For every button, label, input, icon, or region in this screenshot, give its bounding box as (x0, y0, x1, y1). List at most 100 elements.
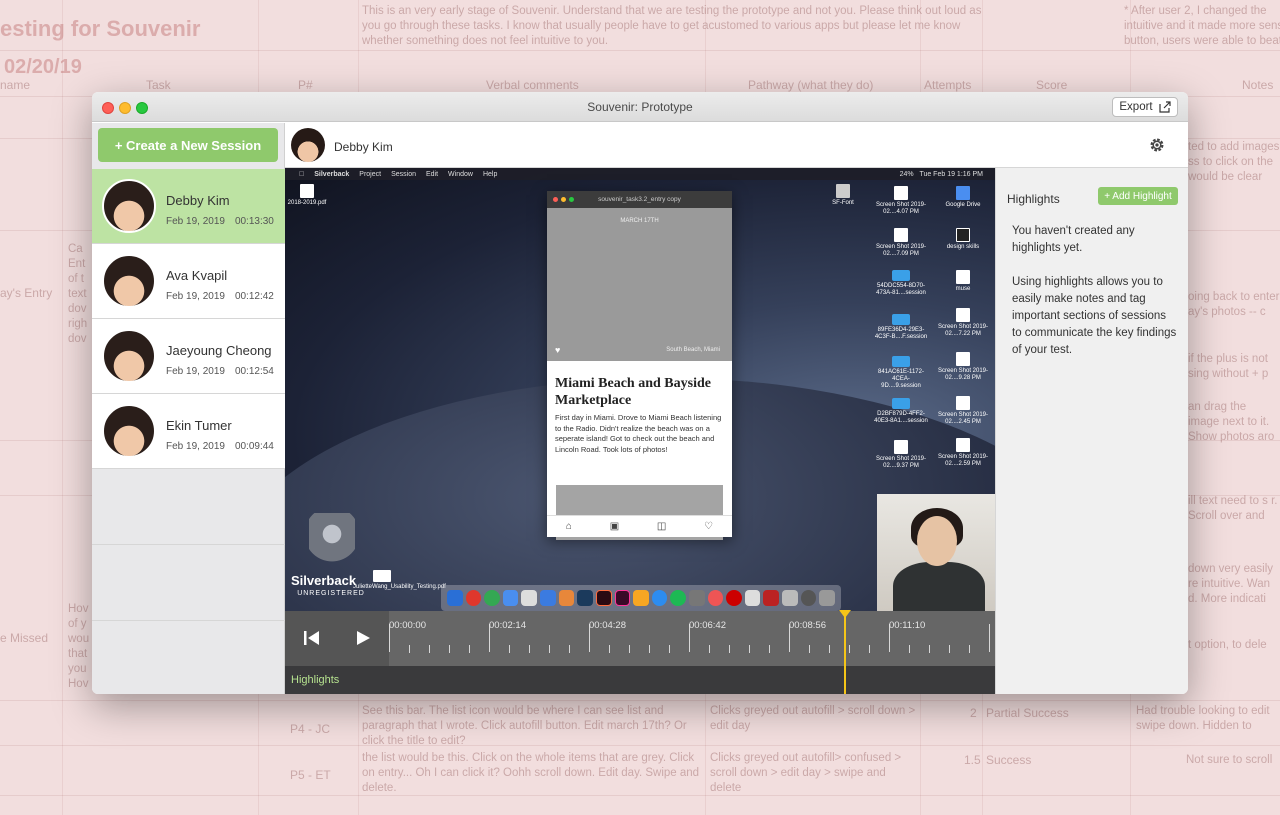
gorilla-logo-icon (309, 513, 355, 573)
session-meta: Feb 19, 2019 00:09:44 (166, 441, 274, 452)
gallery-icon: ◫ (656, 521, 667, 532)
bg-right-note: ill text need to s r. Scroll over and (1188, 495, 1278, 522)
inbox-icon: ▣ (609, 521, 620, 532)
highlights-title: Highlights (1007, 192, 1060, 206)
session-list: Debby Kim Feb 19, 2019 00:13:30 Ava Kvapi… (92, 169, 285, 469)
session-video[interactable]:  Silverback Project Session Edit Window… (285, 168, 995, 611)
app-window: Souvenir: Prototype Export + Create a Ne… (92, 92, 1188, 694)
bg-note-right: * After user 2, I changed the intuitive … (1124, 5, 1280, 47)
participant-webcam (877, 494, 995, 611)
bg-sheet-date: 02/20/19 (4, 56, 82, 78)
bg-left-fragment: Ca Ent of t text dov righ dov (68, 243, 88, 345)
desktop-file: Screen Shot 2019-02....4.07 PM (873, 186, 929, 216)
add-highlight-button[interactable]: + Add Highlight (1098, 187, 1178, 205)
bg-row-p: P5 - ET (290, 768, 331, 782)
timeline[interactable]: 00:00:00 00:02:14 00:04:28 00:06:42 00:0… (285, 610, 995, 694)
bg-header: Pathway (what they do) (748, 78, 874, 92)
bg-row-attempts: 2 (970, 706, 977, 720)
session-item[interactable]: Debby Kim Feb 19, 2019 00:13:30 (92, 169, 285, 244)
empty-row (92, 545, 285, 621)
desktop-file: Google Drive (935, 186, 991, 209)
bg-row-comment: the list would be this. Click on the who… (362, 752, 700, 794)
session-meta: Feb 19, 2019 00:13:30 (166, 216, 274, 227)
timeline-label: 00:11:10 (889, 620, 926, 631)
session-name: Ava Kvapil (166, 268, 228, 283)
silverback-watermark: Silverback UNREGISTERED (291, 513, 371, 597)
desktop-file: Screen Shot 2019-02....7.22 PM (935, 308, 991, 338)
bg-intro-text: This is an very early stage of Souvenir.… (362, 5, 982, 47)
empty-row (92, 469, 285, 545)
bg-row-comment: See this bar. The list icon would be whe… (362, 705, 687, 747)
session-item[interactable]: Jaeyoung Cheong Feb 19, 2019 00:12:54 (92, 319, 285, 394)
recorded-dock (441, 585, 841, 611)
bg-row-score: Success (986, 753, 1032, 767)
prototype-titlebar: souvenir_task3.2_entry copy (547, 191, 732, 208)
bg-row-score: Partial Success (986, 706, 1069, 720)
prototype-tabbar: ⌂ ▣ ◫ ♡ (547, 515, 732, 537)
bg-row-path: Clicks greyed out autofill> confused > s… (710, 752, 902, 794)
entry-photo: MARCH 17TH ♥ South Beach, Miami (547, 208, 732, 361)
bg-right-note: an drag the image next to it. Show photo… (1188, 401, 1275, 443)
skip-back-icon[interactable] (302, 628, 322, 648)
create-session-button[interactable]: + Create a New Session (98, 128, 278, 162)
bg-row-label: e Missed (0, 631, 49, 645)
bg-row-label: ay's Entry (0, 286, 53, 300)
desktop-file: Screen Shot 2019-02....2.45 PM (935, 396, 991, 426)
desktop-file: design skills (935, 228, 991, 251)
desktop-file: 2018-2019.pdf (287, 184, 327, 207)
playhead[interactable] (844, 611, 846, 694)
avatar (291, 128, 325, 162)
play-icon[interactable] (353, 628, 373, 648)
desktop-file: D2BF879D-4FF2-40E3-8A1....session (873, 398, 929, 425)
bg-header: P# (298, 78, 313, 92)
export-label: Export (1119, 101, 1153, 113)
session-name: Debby Kim (166, 193, 230, 208)
bg-row-attempts: 1.5 (964, 753, 981, 767)
participant-name: Debby Kim (334, 140, 393, 154)
gear-icon[interactable] (1148, 136, 1166, 154)
desktop-file: muse (935, 270, 991, 293)
bg-right-note: t option, to dele (1188, 639, 1267, 651)
avatar (102, 254, 156, 308)
bg-row-notes: Not sure to scroll (1186, 754, 1273, 766)
session-header: Debby Kim (285, 123, 1188, 168)
window-title: Souvenir: Prototype (587, 100, 693, 114)
desktop-file: Screen Shot 2019-02....7.09 PM (873, 228, 929, 258)
desktop-file: Screen Shot 2019-02....2.59 PM (935, 438, 991, 468)
bg-header: name (0, 78, 31, 92)
bg-right-note: down very easily re intuitive. Wan d. Mo… (1188, 563, 1274, 605)
title-bar[interactable]: Souvenir: Prototype Export (92, 92, 1188, 122)
avatar (102, 329, 156, 383)
bg-right-note: if the plus is not sing without + p (1188, 353, 1269, 380)
bg-row-path: Clicks greyed out autofill > scroll down… (710, 705, 916, 732)
export-button[interactable]: Export (1112, 97, 1178, 117)
desktop-file: 89FE36D4-29E3-4C3F-B....F.session (873, 314, 929, 341)
highlights-empty-text: You haven't created any highlights yet. (1012, 225, 1135, 254)
bg-row-p: P4 - JC (290, 722, 331, 736)
desktop-file: Screen Shot 2019-02....9.28 PM (935, 352, 991, 382)
session-meta: Feb 19, 2019 00:12:42 (166, 291, 274, 302)
desktop-file: 54DDC554-8D70-473A-81....session (873, 270, 929, 297)
timeline-label: 00:02:14 (489, 620, 526, 631)
bg-header: Task (146, 78, 171, 92)
bg-sheet-title: esting for Souvenir (0, 16, 201, 41)
session-item[interactable]: Ekin Tumer Feb 19, 2019 00:09:44 (92, 394, 285, 469)
bg-header: Score (1036, 78, 1068, 92)
sessions-sidebar: + Create a New Session Debby Kim Feb 19,… (92, 123, 285, 694)
entry-title: Miami Beach and Bayside Marketplace (555, 376, 711, 408)
heart-icon: ♡ (704, 521, 714, 532)
session-name: Ekin Tumer (166, 418, 232, 433)
recorded-menubar:  Silverback Project Session Edit Window… (285, 168, 995, 180)
bg-header: Verbal comments (486, 78, 579, 92)
entry-body: First day in Miami. Drove to Miami Beach… (555, 413, 722, 454)
highlights-help-text: Using highlights allows you to easily ma… (1012, 276, 1177, 356)
apple-icon:  (299, 171, 304, 178)
share-icon (1159, 101, 1171, 113)
bg-right-note: oing back to enter ay's photos -- c (1188, 291, 1280, 318)
session-item[interactable]: Ava Kvapil Feb 19, 2019 00:12:42 (92, 244, 285, 319)
avatar (102, 179, 156, 233)
home-icon: ⌂ (565, 521, 572, 532)
bg-left-fragment: Hov of y wou that you Hov (68, 603, 90, 690)
timeline-highlights-label: Highlights (291, 674, 340, 686)
highlights-panel: Highlights + Add Highlight You haven't c… (995, 168, 1188, 694)
